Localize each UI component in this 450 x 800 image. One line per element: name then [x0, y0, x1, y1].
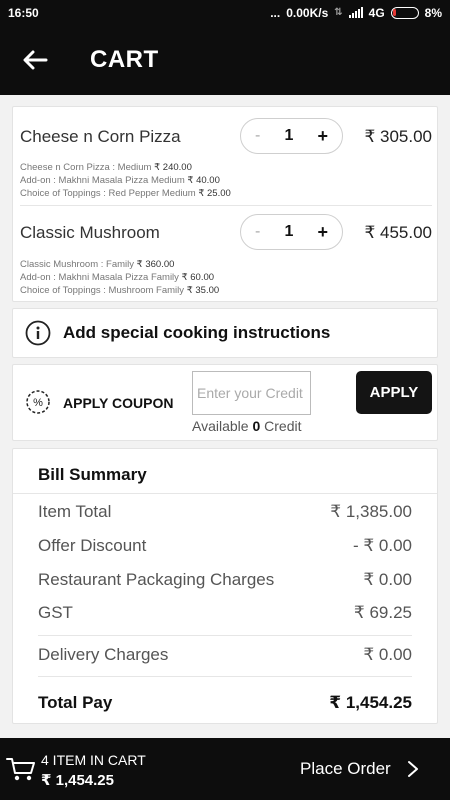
data-arrows-icon: ⇅: [334, 7, 343, 18]
back-arrow-icon: [23, 50, 48, 70]
quantity-value: 1: [284, 127, 294, 144]
cooking-instructions-button[interactable]: Add special cooking instructions: [12, 308, 438, 358]
increase-button[interactable]: +: [317, 126, 328, 147]
bill-row: Restaurant Packaging Charges ₹ 0.00: [38, 570, 412, 590]
signal-icon: [348, 7, 363, 18]
increase-button[interactable]: +: [317, 222, 328, 243]
back-button[interactable]: [0, 25, 70, 95]
total-value: ₹ 1,454.25: [329, 693, 412, 712]
cart-total: ₹ 1,454.25: [41, 772, 114, 789]
bill-value: ₹ 0.00: [363, 645, 412, 664]
network-type: 4G: [368, 5, 385, 20]
page-title: CART: [90, 46, 159, 73]
discount-badge-icon: %: [26, 390, 50, 414]
status-time: 16:50: [8, 5, 39, 20]
svg-text:%: %: [33, 397, 43, 409]
bill-label: Offer Discount: [38, 536, 147, 555]
item-name: Cheese n Corn Pizza: [20, 127, 181, 146]
bill-value: ₹ 1,385.00: [330, 502, 412, 521]
total-label: Total Pay: [38, 693, 113, 712]
apply-button[interactable]: APPLY: [356, 371, 432, 414]
bill-summary-card: Bill Summary Item Total ₹ 1,385.00 Offer…: [12, 448, 438, 724]
battery-icon: [390, 6, 419, 19]
item-name: Classic Mushroom: [20, 223, 160, 242]
app-bar: CART: [0, 25, 450, 95]
item-detail: Choice of Toppings : Red Pepper Medium ₹…: [20, 188, 231, 199]
bill-summary-title: Bill Summary: [38, 465, 147, 484]
coupon-card: % APPLY COUPON Available 0 Credit APPLY: [12, 364, 438, 441]
item-detail: Cheese n Corn Pizza : Medium ₹ 240.00: [20, 162, 192, 173]
bill-value: - ₹ 0.00: [352, 536, 412, 555]
cart-icon: [6, 758, 35, 781]
credit-input[interactable]: [192, 371, 311, 415]
item-divider: [20, 205, 432, 206]
bill-value: ₹ 0.00: [363, 570, 412, 589]
quantity-stepper: - 1 +: [240, 118, 343, 154]
divider: [13, 493, 437, 494]
divider: [38, 635, 412, 636]
status-indicators: ... 0.00K/s ⇅ 4G 8%: [270, 6, 442, 20]
total-row: Total Pay ₹ 1,454.25: [38, 693, 412, 713]
item-price: ₹ 455.00: [364, 223, 432, 242]
bill-label: Delivery Charges: [38, 645, 169, 664]
item-detail: Add-on : Makhni Masala Pizza Family ₹ 60…: [20, 272, 215, 283]
item-detail: Add-on : Makhni Masala Pizza Medium ₹ 40…: [20, 175, 220, 186]
apply-coupon-label[interactable]: APPLY COUPON: [63, 395, 173, 411]
cart-item-count: 4 ITEM IN CART: [41, 752, 146, 768]
available-credit: Available 0 Credit: [192, 418, 302, 434]
bill-label: GST: [38, 603, 73, 622]
notification-dots: ...: [270, 5, 281, 20]
item-detail: Choice of Toppings : Mushroom Family ₹ 3…: [20, 285, 220, 296]
quantity-value: 1: [284, 223, 294, 240]
bill-value: ₹ 69.25: [353, 603, 412, 622]
decrease-button[interactable]: -: [255, 223, 260, 241]
place-order-button[interactable]: Place Order: [300, 759, 391, 779]
bill-row: Delivery Charges ₹ 0.00: [38, 645, 412, 665]
cart-items-card: Cheese n Corn Pizza - 1 + ₹ 305.00 Chees…: [12, 106, 438, 302]
chevron-right-icon[interactable]: [406, 760, 420, 778]
network-speed: 0.00K/s: [286, 5, 329, 20]
info-icon: [25, 320, 51, 346]
bill-label: Item Total: [38, 502, 112, 521]
decrease-button[interactable]: -: [255, 127, 260, 145]
item-detail: Classic Mushroom : Family ₹ 360.00: [20, 259, 175, 270]
bill-label: Restaurant Packaging Charges: [38, 570, 275, 589]
bill-row: GST ₹ 69.25: [38, 603, 412, 623]
quantity-stepper: - 1 +: [240, 214, 343, 250]
bill-row: Offer Discount - ₹ 0.00: [38, 536, 412, 556]
bill-row: Item Total ₹ 1,385.00: [38, 502, 412, 522]
status-bar: 16:50 ... 0.00K/s ⇅ 4G 8%: [0, 0, 450, 25]
battery-level: 8%: [424, 5, 442, 20]
instructions-label: Add special cooking instructions: [63, 323, 331, 342]
item-price: ₹ 305.00: [364, 127, 432, 146]
divider: [38, 676, 412, 677]
bottom-bar: 4 ITEM IN CART ₹ 1,454.25 Place Order: [0, 738, 450, 800]
